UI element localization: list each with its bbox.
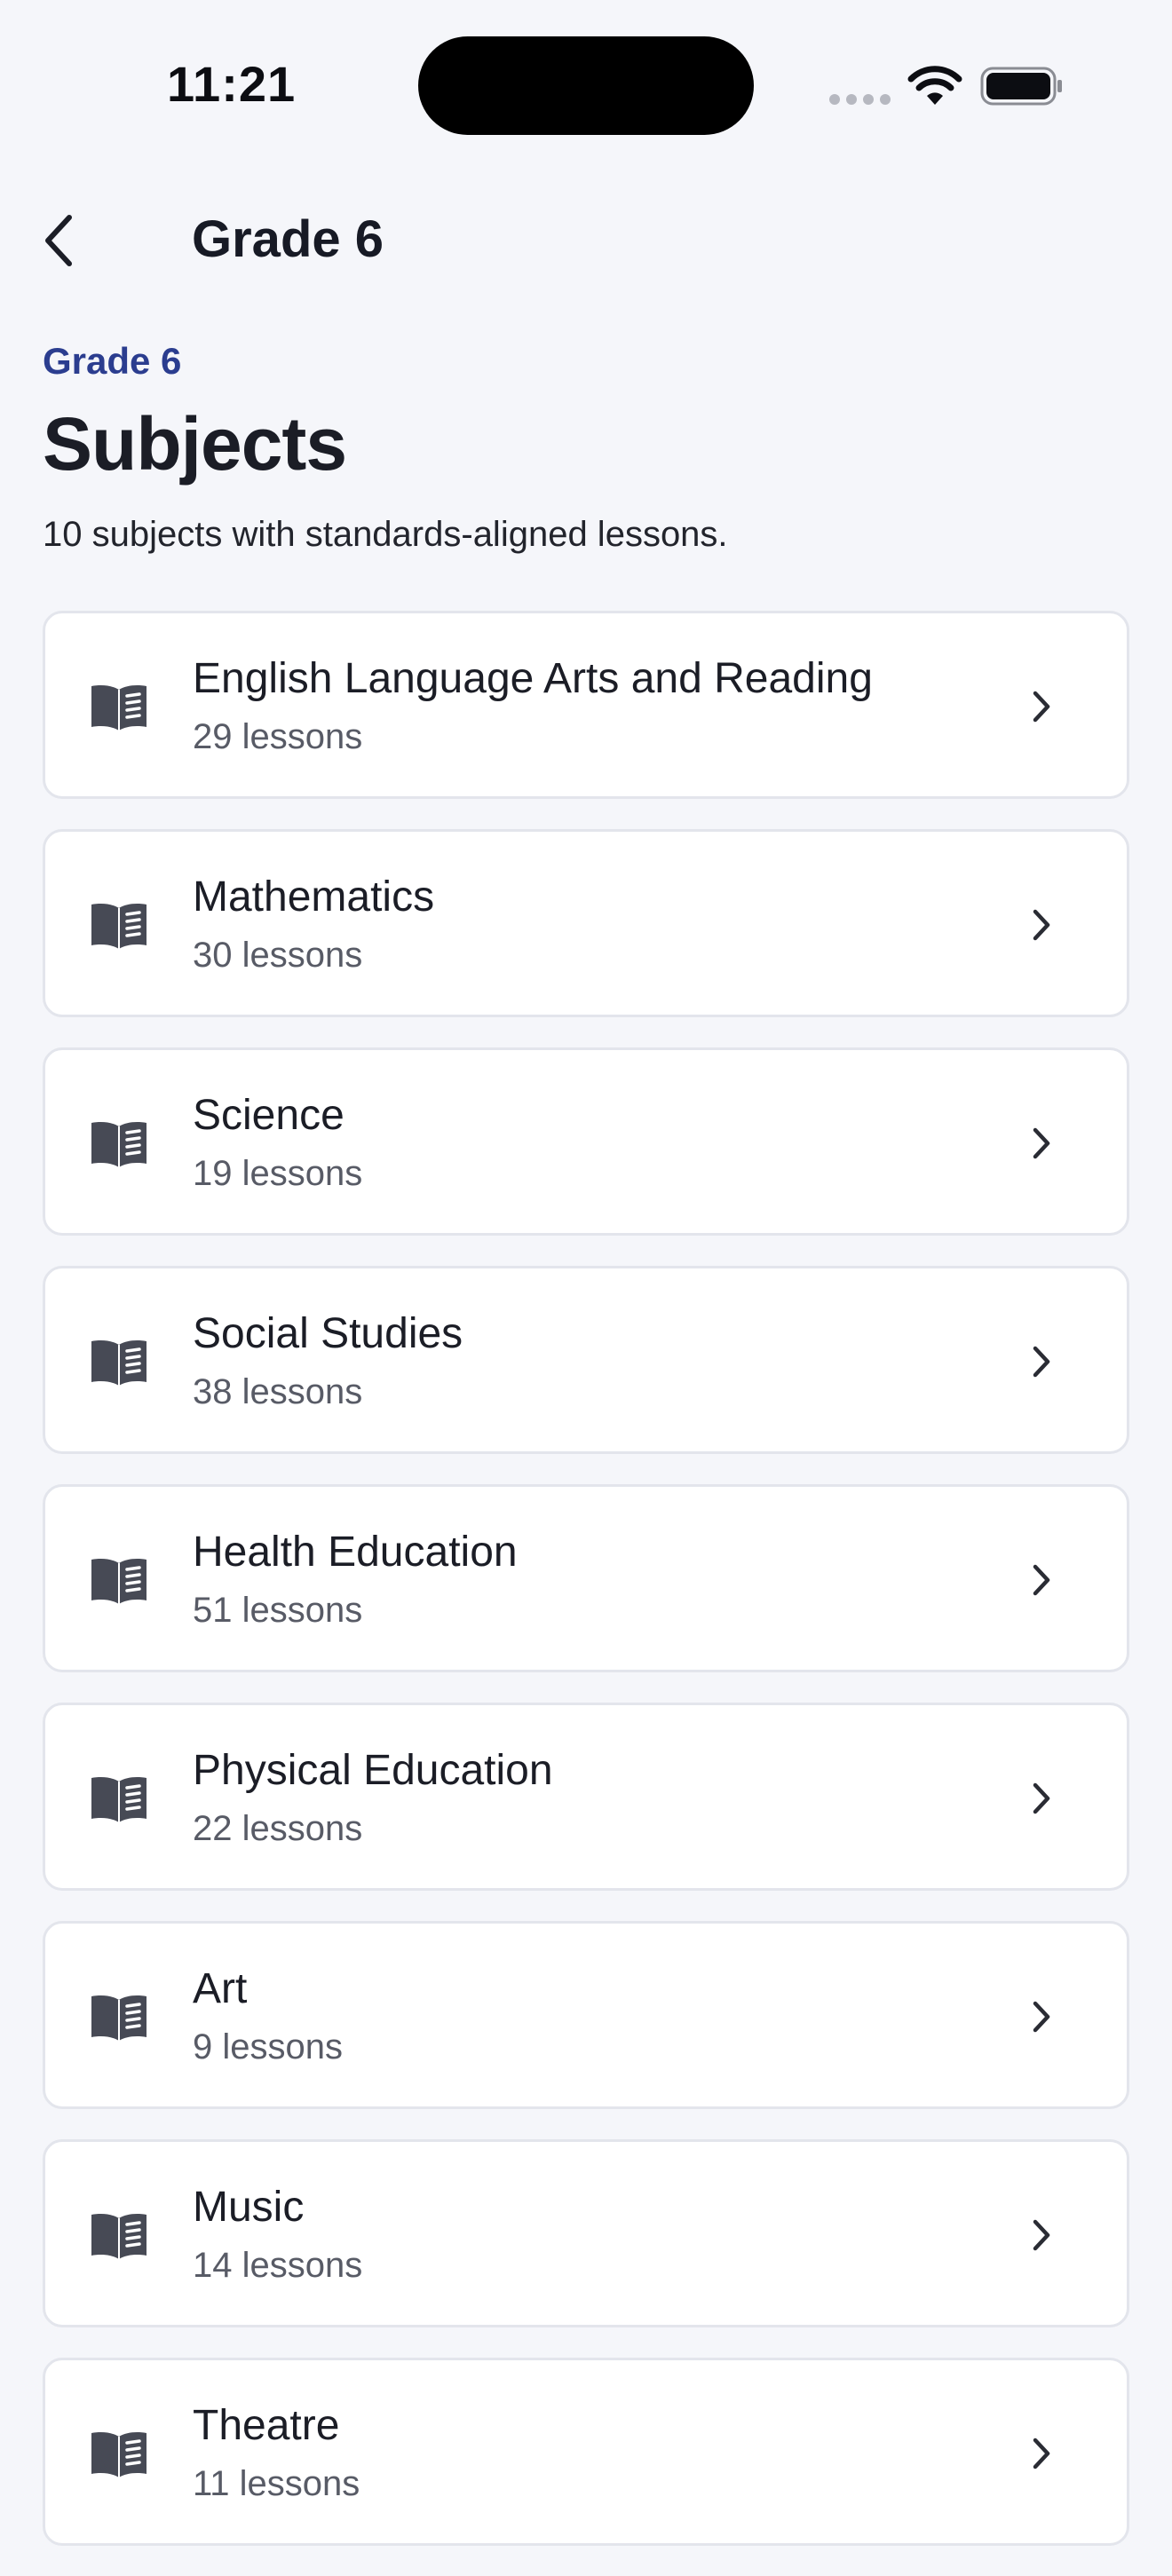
page-subtitle: 10 subjects with standards-aligned lesso… (43, 515, 728, 554)
chevron-right-icon (1033, 1782, 1050, 1814)
lesson-count: 14 lessons (193, 2246, 363, 2285)
book-icon (91, 1122, 146, 1167)
subject-card-8[interactable]: Music 14 lessons (43, 2139, 1129, 2327)
lesson-count: 22 lessons (193, 1809, 363, 1848)
subject-card-2[interactable]: Mathematics 30 lessons (43, 829, 1129, 1017)
subject-name: Theatre (193, 2402, 340, 2449)
chevron-right-icon (1033, 2438, 1050, 2469)
dynamic-island (418, 36, 754, 135)
grade-eyebrow: Grade 6 (43, 340, 182, 382)
subject-card-5[interactable]: Health Education 51 lessons (43, 1484, 1129, 1672)
book-icon (91, 685, 146, 731)
chevron-right-icon (1033, 1127, 1050, 1159)
subject-card-4[interactable]: Social Studies 38 lessons (43, 1266, 1129, 1454)
cellular-signal-icon (829, 94, 891, 105)
book-icon (91, 1340, 146, 1386)
chevron-right-icon (1033, 1564, 1050, 1596)
book-icon (91, 1777, 146, 1822)
subject-card-7[interactable]: Art 9 lessons (43, 1921, 1129, 2109)
back-button[interactable] (41, 201, 112, 281)
lesson-count: 11 lessons (193, 2464, 360, 2503)
lesson-count: 9 lessons (193, 2027, 343, 2066)
subject-name: Physical Education (193, 1747, 553, 1794)
lesson-count: 29 lessons (193, 717, 363, 756)
subject-card-9[interactable]: Theatre 11 lessons (43, 2358, 1129, 2546)
subject-name: Social Studies (193, 1310, 463, 1357)
lesson-count: 19 lessons (193, 1154, 363, 1193)
book-icon (91, 904, 146, 949)
nav-title: Grade 6 (192, 210, 384, 268)
subject-name: Science (193, 1092, 344, 1139)
book-icon (91, 1559, 146, 1604)
lesson-count: 38 lessons (193, 1372, 363, 1411)
subject-card-3[interactable]: Science 19 lessons (43, 1047, 1129, 1236)
subject-name: Health Education (193, 1529, 518, 1576)
status-time: 11:21 (167, 56, 297, 112)
chevron-right-icon (1033, 2001, 1050, 2033)
subject-name: Art (193, 1965, 248, 2012)
subject-name: English Language Arts and Reading (193, 655, 873, 702)
chevron-right-icon (1033, 691, 1050, 723)
subject-list: English Language Arts and Reading 29 les… (43, 611, 1129, 2576)
subject-name: Music (193, 2184, 305, 2231)
chevron-right-icon (1033, 909, 1050, 941)
subject-name: Mathematics (193, 873, 435, 921)
subject-card-6[interactable]: Physical Education 22 lessons (43, 1703, 1129, 1891)
wifi-icon (907, 66, 962, 105)
chevron-left-icon (45, 215, 72, 266)
lesson-count: 51 lessons (193, 1591, 363, 1630)
chevron-right-icon (1033, 2219, 1050, 2251)
status-bar: 11:21 (0, 0, 1172, 169)
chevron-right-icon (1033, 1346, 1050, 1378)
battery-icon (980, 67, 1062, 106)
book-icon (91, 2214, 146, 2259)
book-icon (91, 1995, 146, 2041)
page-title: Subjects (43, 402, 347, 486)
lesson-count: 30 lessons (193, 936, 363, 975)
book-icon (91, 2432, 146, 2477)
subject-card-1[interactable]: English Language Arts and Reading 29 les… (43, 611, 1129, 799)
